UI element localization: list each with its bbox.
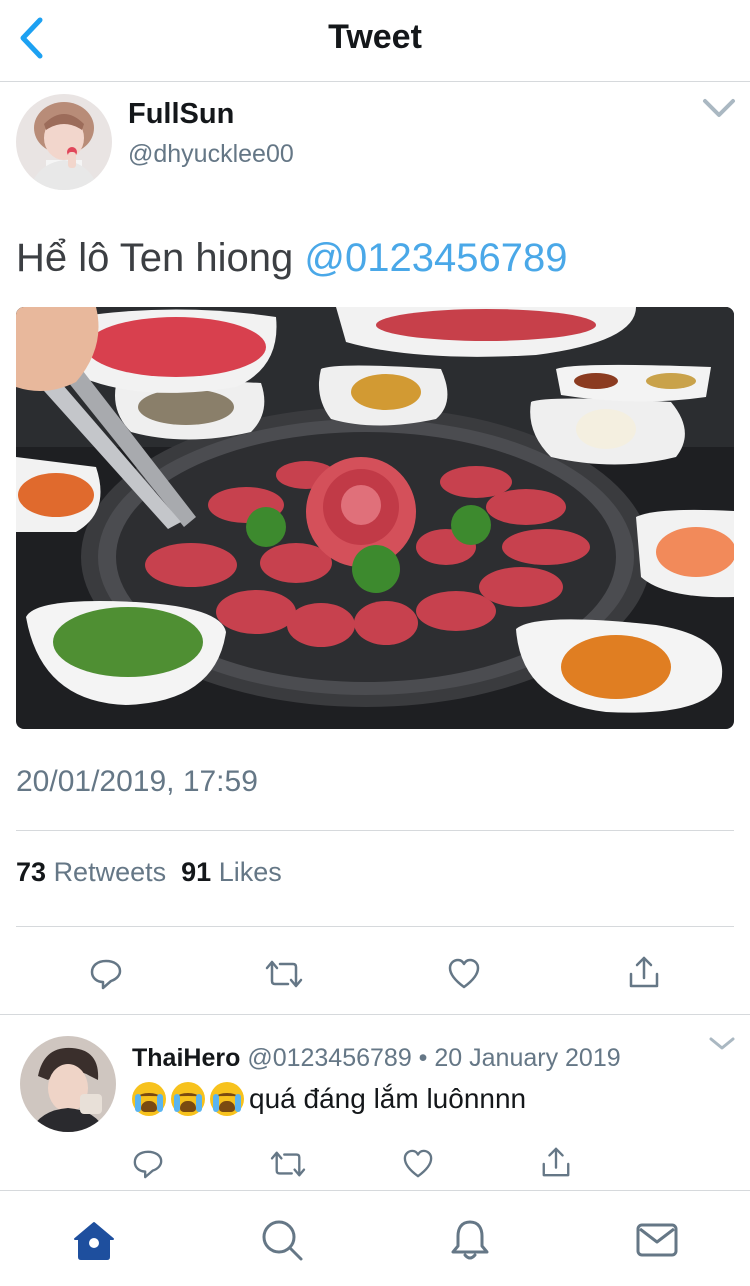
tab-search[interactable] — [257, 1215, 307, 1265]
divider — [16, 926, 734, 927]
reply-icon — [90, 959, 122, 990]
messages-icon — [636, 1223, 678, 1257]
avatar-image — [20, 1036, 116, 1132]
author-name[interactable]: FullSun — [128, 98, 234, 131]
divider — [16, 830, 734, 831]
author-handle[interactable]: @dhyucklee00 — [128, 140, 294, 169]
loudly-crying-face-icon — [132, 1082, 166, 1116]
tab-notifications[interactable] — [445, 1215, 495, 1265]
likes-stat[interactable]: 91 Likes — [181, 857, 282, 887]
reply-header: ThaiHero @0123456789 • 20 January 2019 — [132, 1044, 621, 1073]
loudly-crying-face-icon — [210, 1082, 244, 1116]
home-icon — [74, 1222, 114, 1260]
search-icon — [262, 1220, 303, 1261]
reply-icon — [133, 1150, 163, 1179]
retweets-stat[interactable]: 73 Retweets — [16, 857, 166, 887]
chevron-down-icon — [709, 1037, 735, 1050]
reply-like-button[interactable] — [396, 1142, 440, 1186]
likes-count: 91 — [181, 857, 212, 887]
retweet-icon — [270, 1151, 306, 1177]
share-icon — [542, 1147, 570, 1177]
reply-author-name[interactable]: ThaiHero — [132, 1044, 240, 1072]
tab-messages[interactable] — [632, 1215, 682, 1265]
reply-date: 20 January 2019 — [434, 1044, 621, 1072]
notifications-icon — [451, 1220, 489, 1260]
reply-body: quá đáng lắm luônnnn — [249, 1083, 527, 1114]
like-button[interactable] — [442, 952, 486, 996]
tweet-text: Hể lô Ten hiong @0123456789 — [16, 236, 567, 281]
retweet-icon — [265, 960, 303, 988]
top-bar: Tweet — [0, 0, 750, 82]
reply-actions — [0, 1142, 750, 1186]
bottom-tab-bar — [0, 1190, 750, 1286]
chevron-down-icon — [703, 99, 735, 117]
share-button[interactable] — [622, 950, 666, 994]
heart-icon — [448, 958, 480, 989]
reply-menu-button[interactable] — [708, 1034, 736, 1054]
meta-separator: • — [411, 1044, 435, 1072]
page-title: Tweet — [328, 18, 422, 56]
tweet-text-body: Hể lô Ten hiong — [16, 236, 294, 280]
food-photo-icon — [16, 307, 734, 729]
reply-avatar[interactable] — [20, 1036, 116, 1132]
avatar-image — [16, 94, 112, 190]
reply-retweet-button[interactable] — [266, 1142, 310, 1186]
tweet-menu-button[interactable] — [702, 96, 736, 122]
retweet-button[interactable] — [262, 952, 306, 996]
retweets-count: 73 — [16, 857, 47, 887]
tweet-timestamp: 20/01/2019, 17:59 — [16, 765, 258, 798]
divider — [0, 1014, 750, 1015]
reply-share-button[interactable] — [534, 1140, 578, 1184]
tab-home[interactable] — [69, 1215, 119, 1265]
tweet-actions — [0, 944, 750, 1004]
reply-reply-button[interactable] — [126, 1142, 170, 1186]
tweet-photo[interactable] — [16, 307, 734, 729]
reply-author-handle[interactable]: @0123456789 — [247, 1044, 411, 1072]
reply-button[interactable] — [84, 952, 128, 996]
reply-text: quá đáng lắm luônnnn — [132, 1082, 526, 1116]
share-icon — [629, 956, 659, 988]
mention-link[interactable]: @0123456789 — [304, 236, 567, 280]
author-avatar[interactable] — [16, 94, 112, 190]
heart-icon — [403, 1149, 433, 1178]
loudly-crying-face-icon — [171, 1082, 205, 1116]
retweets-label: Retweets — [53, 857, 167, 887]
likes-label: Likes — [218, 857, 282, 887]
tweet-stats: 73 Retweets 91 Likes — [16, 857, 282, 888]
